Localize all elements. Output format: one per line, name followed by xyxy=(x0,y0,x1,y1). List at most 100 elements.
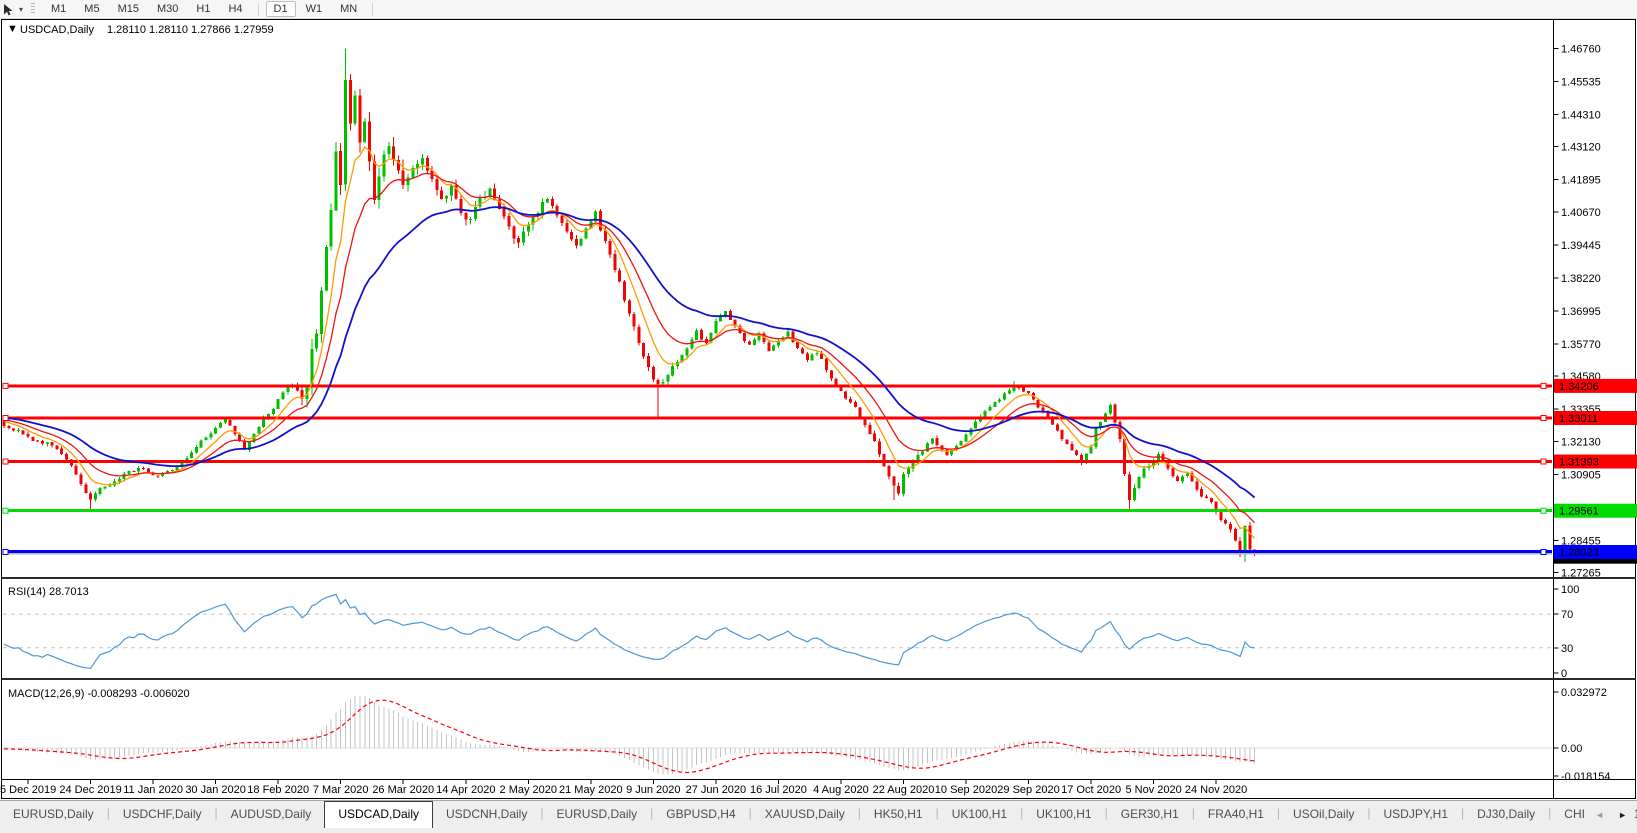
line-handle[interactable] xyxy=(1541,459,1546,464)
date-label: 29 Sep 2020 xyxy=(997,784,1059,796)
price-tag: 1.34206 xyxy=(1559,381,1599,393)
timeframe-button-M15[interactable]: M15 xyxy=(110,1,147,17)
tab-USDCAD-Daily[interactable]: USDCAD,Daily xyxy=(324,801,433,828)
date-label: 10 Sep 2020 xyxy=(935,784,997,796)
line-handle[interactable] xyxy=(1541,508,1546,513)
tab-AUDUSD-Daily[interactable]: AUDUSD,Daily xyxy=(218,801,325,828)
date-label: 4 Aug 2020 xyxy=(813,784,869,796)
line-handle[interactable] xyxy=(3,383,8,388)
tab-EURUSD-Daily[interactable]: EURUSD,Daily xyxy=(0,801,107,828)
tab-GBPUSD-H4[interactable]: GBPUSD,H4 xyxy=(653,801,748,828)
date-label: 22 Aug 2020 xyxy=(873,784,935,796)
cursor-tool-icon xyxy=(2,3,15,16)
line-handle[interactable] xyxy=(1541,550,1546,555)
date-label: 24 Dec 2019 xyxy=(59,784,121,796)
date-label: 5 Dec 2019 xyxy=(0,784,56,796)
price-axis-tick: 1.39445 xyxy=(1561,240,1601,252)
date-label: 26 Mar 2020 xyxy=(372,784,434,796)
tab-UK100-H1[interactable]: UK100,H1 xyxy=(1023,801,1104,828)
macd-histogram xyxy=(4,696,1255,775)
chart-title-symbol: USDCAD,Daily xyxy=(20,24,94,36)
line-handle[interactable] xyxy=(1541,383,1546,388)
tab-USOil-Daily[interactable]: USOil,Daily xyxy=(1280,801,1367,828)
line-handle[interactable] xyxy=(3,459,8,464)
price-axis-tick: 1.44310 xyxy=(1561,109,1601,121)
date-label: 2 May 2020 xyxy=(500,784,557,796)
symbol-tabs: EURUSD,Daily|USDCHF,Daily|AUDUSD,DailyUS… xyxy=(0,801,1637,828)
candles xyxy=(3,49,1257,562)
symbol-tabbar: EURUSD,Daily|USDCHF,Daily|AUDUSD,DailyUS… xyxy=(0,800,1637,833)
date-label: 21 May 2020 xyxy=(559,784,623,796)
tab-scroll-arrows: ◄ ► xyxy=(1585,808,1635,822)
timeframe-button-W1[interactable]: W1 xyxy=(298,1,331,17)
tab-USDCNH-Daily[interactable]: USDCNH,Daily xyxy=(433,801,540,828)
macd-axis-tick: 0.00 xyxy=(1561,743,1582,755)
toolbar-grip[interactable] xyxy=(31,3,35,15)
line-handle[interactable] xyxy=(1541,416,1546,421)
price-axis-tick: 1.46760 xyxy=(1561,44,1601,56)
ma-line-7 xyxy=(4,147,1255,538)
tab-FRA40-H1[interactable]: FRA40,H1 xyxy=(1195,801,1277,828)
timeframe-button-M1[interactable]: M1 xyxy=(43,1,74,17)
date-axis: 5 Dec 201924 Dec 201911 Jan 202030 Jan 2… xyxy=(0,780,1247,797)
tab-scroll-left-icon[interactable]: ◄ xyxy=(1595,810,1604,820)
chart-canvas[interactable]: 1.467601.455351.443101.431201.418951.406… xyxy=(0,0,1637,800)
tab-DJ30-Daily[interactable]: DJ30,Daily xyxy=(1464,801,1548,828)
timeframe-button-M30[interactable]: M30 xyxy=(149,1,186,17)
date-label: 17 Oct 2020 xyxy=(1061,784,1121,796)
macd-axis-tick: 0.032972 xyxy=(1561,687,1607,699)
date-label: 30 Jan 2020 xyxy=(185,784,246,796)
ma-line-14 xyxy=(4,174,1255,523)
toolbar-separator xyxy=(258,3,259,16)
chart-frame xyxy=(2,20,1637,799)
timeframe-button-D1[interactable]: D1 xyxy=(266,1,296,17)
price-tag: 1.29561 xyxy=(1559,506,1599,518)
price-axis-tick: 1.41895 xyxy=(1561,174,1601,186)
timeframe-buttons: M1M5M15M30H1H4 D1W1MN xyxy=(42,1,366,17)
price-axis-tick: 1.43120 xyxy=(1561,141,1601,153)
price-axis-tick: 1.35770 xyxy=(1561,339,1601,351)
toolbar-separator xyxy=(372,3,373,16)
tab-scroll-right-icon[interactable]: ► xyxy=(1618,810,1627,820)
tab-XAUUSD-Daily[interactable]: XAUUSD,Daily xyxy=(752,801,858,828)
tab-USDJPY-H1[interactable]: USDJPY,H1 xyxy=(1371,801,1461,828)
top-toolbar: ▾ M1M5M15M30H1H4 D1W1MN xyxy=(0,0,1637,19)
macd-signal-line xyxy=(4,700,1255,772)
tab-UK100-H1[interactable]: UK100,H1 xyxy=(939,801,1020,828)
timeframe-button-H1[interactable]: H1 xyxy=(188,1,218,17)
tab-EURUSD-Daily[interactable]: EURUSD,Daily xyxy=(543,801,650,828)
price-tag: 1.33011 xyxy=(1559,413,1598,425)
timeframe-button-M5[interactable]: M5 xyxy=(76,1,107,17)
tab-HK50-H1[interactable]: HK50,H1 xyxy=(861,801,936,828)
date-label: 18 Feb 2020 xyxy=(247,784,309,796)
chart-title-collapse-icon[interactable]: ▼ xyxy=(7,23,18,35)
line-handle[interactable] xyxy=(3,550,8,555)
price-axis-tick: 1.32130 xyxy=(1561,437,1601,449)
rsi-axis-tick: 30 xyxy=(1561,643,1573,655)
chart-cursor-tool[interactable]: ▾ xyxy=(0,3,26,16)
price-axis-tick: 1.30905 xyxy=(1561,470,1601,482)
rsi-line xyxy=(4,594,1255,668)
date-label: 11 Jan 2020 xyxy=(123,784,183,796)
price-axis-tick: 1.27265 xyxy=(1561,567,1601,579)
price-axis-tick: 1.40670 xyxy=(1561,207,1601,219)
date-label: 16 Jul 2020 xyxy=(750,784,807,796)
price-tag: 1.28023 xyxy=(1559,547,1599,559)
horizontal-lines xyxy=(3,386,1552,554)
tab-GER30-H1[interactable]: GER30,H1 xyxy=(1108,801,1192,828)
rsi-label: RSI(14) 28.7013 xyxy=(8,586,89,598)
timeframe-button-H4[interactable]: H4 xyxy=(220,1,250,17)
timeframe-button-MN[interactable]: MN xyxy=(332,1,365,17)
macd-label: MACD(12,26,9) -0.008293 -0.006020 xyxy=(8,688,190,700)
price-axis-tick: 1.36995 xyxy=(1561,306,1601,318)
line-handle[interactable] xyxy=(3,416,8,421)
date-label: 24 Nov 2020 xyxy=(1185,784,1247,796)
price-tag: 1.31393 xyxy=(1559,457,1599,469)
tab-USDCHF-Daily[interactable]: USDCHF,Daily xyxy=(110,801,215,828)
rsi-axis-tick: 100 xyxy=(1561,584,1579,596)
price-axis-tick: 1.38220 xyxy=(1561,273,1601,285)
date-label: 14 Apr 2020 xyxy=(436,784,495,796)
line-handle[interactable] xyxy=(3,508,8,513)
date-label: 7 Mar 2020 xyxy=(313,784,369,796)
macd-axis-tick: -0.018154 xyxy=(1561,771,1611,783)
